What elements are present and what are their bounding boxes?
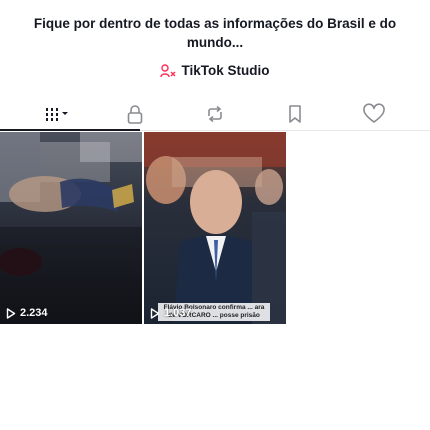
heart-icon — [363, 103, 385, 123]
video-grid: 2.234 Flávio Bolsonaro confirma ... ara … — [0, 132, 430, 324]
tab-reposts[interactable] — [202, 101, 228, 127]
video-thumbnail-image — [0, 132, 142, 324]
profile-tabs — [0, 95, 430, 131]
tiktok-studio-label: TikTok Studio — [181, 63, 270, 78]
video-thumbnail[interactable]: Flávio Bolsonaro confirma ... ara de VOR… — [144, 132, 286, 324]
tab-private[interactable] — [122, 101, 148, 127]
video-thumbnail[interactable]: 2.234 — [0, 132, 142, 324]
lock-icon — [127, 105, 143, 124]
view-count-label: 2.234 — [20, 307, 48, 319]
play-icon — [6, 307, 16, 319]
view-count: 1.037 — [150, 307, 192, 319]
tiktok-studio-icon — [160, 63, 176, 77]
tab-active-indicator — [0, 129, 140, 131]
top-stats-cutoff — [0, 0, 430, 5]
grid-icon — [46, 108, 68, 121]
play-icon — [150, 307, 160, 319]
view-count: 2.234 — [6, 307, 48, 319]
view-count-label: 1.037 — [164, 307, 192, 319]
repost-icon — [208, 105, 222, 123]
video-thumbnail-image — [144, 132, 286, 324]
bookmark-icon — [289, 105, 301, 123]
tab-liked[interactable] — [361, 101, 387, 127]
tab-videos[interactable] — [44, 101, 70, 127]
profile-bio: Fique por dentro de todas as informações… — [33, 16, 397, 50]
tab-favorites[interactable] — [282, 101, 308, 127]
tiktok-studio-link[interactable]: TikTok Studio — [0, 63, 430, 78]
